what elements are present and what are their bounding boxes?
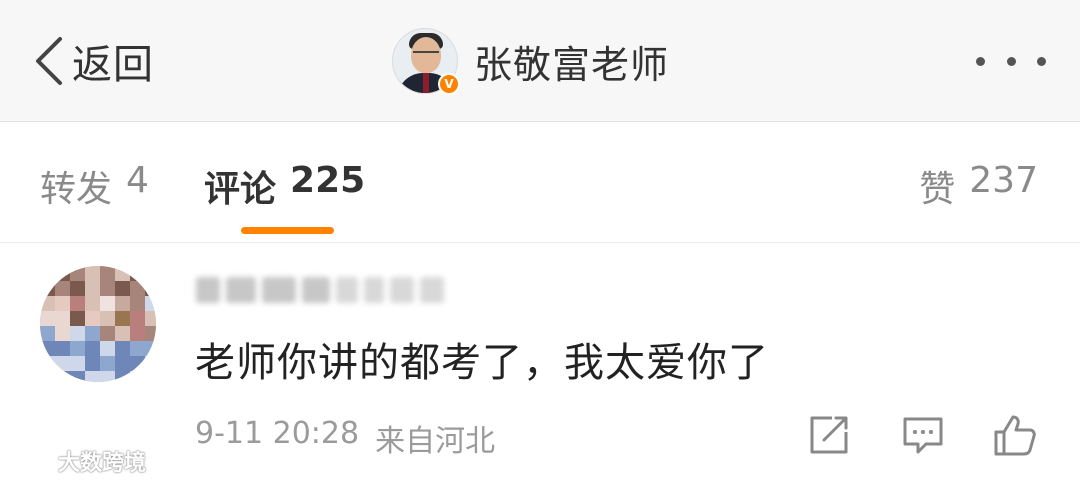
tab-comment[interactable]: 评论 225	[204, 160, 365, 212]
like-icon	[994, 415, 1036, 456]
commenter-avatar[interactable]	[40, 266, 156, 382]
tab-repost-count: 4	[126, 160, 149, 201]
comment-text: 老师你讲的都考了，我太爱你了	[195, 340, 769, 386]
tab-comment-count: 225	[290, 160, 366, 201]
tab-like-count: 237	[969, 160, 1038, 201]
comment-source: 来自河北	[375, 424, 496, 459]
profile-title[interactable]: 张敬富老师	[392, 28, 669, 94]
dot-icon	[976, 56, 985, 66]
tab-comment-label: 评论	[204, 169, 277, 210]
tab-repost-label: 转发	[40, 169, 113, 210]
like-button[interactable]	[992, 412, 1038, 458]
page-title: 张敬富老师	[474, 42, 670, 87]
dot-icon	[1037, 56, 1046, 66]
back-button[interactable]: 返回	[30, 30, 154, 92]
chevron-left-icon	[36, 37, 62, 85]
active-tab-indicator	[241, 227, 334, 234]
dot-icon	[1006, 56, 1016, 66]
back-label: 返回	[72, 42, 154, 88]
commenter-username[interactable]	[196, 272, 444, 308]
comment-meta: 9-11 20:28 来自河北	[195, 416, 495, 460]
tab-like-label: 赞	[919, 169, 956, 210]
share-button[interactable]	[806, 412, 852, 458]
reply-button[interactable]	[900, 412, 946, 458]
reply-icon	[903, 417, 943, 454]
verified-badge-icon: V	[438, 73, 460, 95]
top-navigation-bar: 返回 张敬富老师 V	[0, 0, 1080, 122]
watermark-text: 大数跨境	[58, 451, 147, 476]
tab-like[interactable]: 赞 237	[919, 160, 1038, 212]
watermark-logo-icon	[8, 448, 51, 471]
tab-bar: 转发 4 评论 225 赞 237	[0, 122, 1080, 243]
share-icon	[810, 416, 848, 454]
watermark: 大数跨境	[8, 444, 146, 478]
comment-time: 9-11 20:28	[195, 416, 360, 451]
more-options-button[interactable]	[976, 54, 1046, 68]
tab-repost[interactable]: 转发 4	[40, 160, 149, 212]
